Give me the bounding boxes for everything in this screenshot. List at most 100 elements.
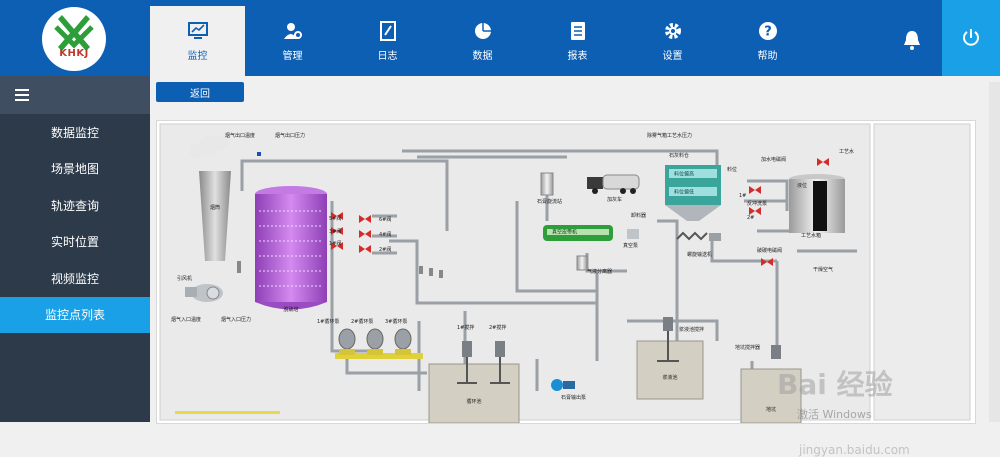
bin-high-label: 料位偏高 — [674, 171, 694, 178]
gypsum-cyclone-label: 石膏旋流站 — [537, 198, 562, 205]
valve-6-label: 6#阀 — [379, 216, 391, 223]
nav-tab-help[interactable]: ? 帮助 — [720, 6, 815, 76]
smoke-in-pressure-label: 烟气入口压力 — [221, 316, 251, 323]
scrollbar[interactable] — [989, 82, 1000, 422]
nav-tab-log[interactable]: 日志 — [340, 6, 435, 76]
pie-chart-icon — [474, 22, 491, 39]
backwash-2-label: 2# — [747, 215, 754, 221]
nav-tab-manage[interactable]: 管理 — [245, 6, 340, 76]
damper — [237, 261, 241, 273]
dry-air-label: 干燥空气 — [813, 266, 833, 273]
sidebar-item-scene-map[interactable]: 场景地图 — [0, 151, 150, 188]
circulation-pumps — [335, 328, 423, 359]
sidebar-header — [0, 76, 150, 114]
top-bar: KHKJ 监控 管理 日志 数据 报表 设置 ? 帮助 — [0, 0, 1000, 76]
dust-pressure-label: 除雾气箱工艺水压力 — [647, 132, 692, 139]
menu-icon[interactable] — [14, 88, 30, 102]
pump-3-label: 3#循环泵 — [385, 318, 407, 325]
pit-label: 地坑 — [766, 406, 776, 413]
nav-tab-label: 数据 — [472, 50, 493, 62]
cycle-pool-label: 循环池 — [466, 398, 481, 405]
backwash-label: 反冲洗泵 — [747, 200, 767, 207]
pump-1-label: 1#循环泵 — [317, 318, 339, 325]
gas-separator — [576, 255, 588, 271]
process-diagram: 烟筒 引风机 烟气出口温度 烟气出口压力 烟气入口温度 烟气入口压力 脱硫塔 5… — [156, 120, 976, 457]
vacuum-pump — [627, 229, 639, 239]
svg-text:?: ? — [764, 24, 772, 39]
gas-separator-label: 气液分离器 — [587, 268, 612, 275]
bin-low-label: 料位偏低 — [674, 189, 694, 196]
watermark-brand: Bai 经验 — [777, 368, 893, 401]
main-content: 返回 烟筒 引风机 烟气出口温度 烟气出口压力 烟气入口温度 烟气入口压力 脱硫… — [150, 76, 1000, 457]
sidebar-item-track-query[interactable]: 轨迹查询 — [0, 187, 150, 224]
valve-3-label: 3#阀 — [329, 228, 341, 235]
slurry-pool-label: 浆液池 — [662, 374, 677, 381]
sidebar-item-live-position[interactable]: 实时位置 — [0, 224, 150, 261]
nav-tab-settings[interactable]: 设置 — [625, 6, 720, 76]
stir-1-label: 1#搅拌 — [457, 324, 474, 331]
valve-5-label: 5#阀 — [329, 215, 341, 222]
nav-tab-data[interactable]: 数据 — [435, 6, 530, 76]
process-water-label: 工艺水 — [839, 148, 854, 155]
bell-icon[interactable] — [900, 28, 924, 52]
pump-2-label: 2#循环泵 — [351, 318, 373, 325]
smoke-in-temp-label: 烟气入口温度 — [171, 316, 201, 323]
watermark-windows: 激活 Windows — [797, 408, 872, 421]
water-tank-label: 工艺水箱 — [801, 232, 821, 239]
nav-tab-report[interactable]: 报表 — [530, 6, 625, 76]
document-icon — [570, 21, 585, 40]
desulfurization-tower — [255, 186, 327, 310]
tower-label: 脱硫塔 — [283, 306, 298, 313]
screw-label: 螺旋输送机 — [687, 251, 712, 258]
watermark-url: jingyan.baidu.com — [799, 443, 910, 457]
water-valve-label: 加水电磁阀 — [761, 156, 786, 163]
gypsum-cyclone — [540, 172, 554, 196]
back-button[interactable]: 返回 — [156, 82, 244, 102]
power-button[interactable] — [942, 0, 1000, 76]
fan-label: 引风机 — [177, 275, 192, 282]
feeder-label: 卸料器 — [631, 212, 646, 219]
nav-tab-monitor[interactable]: 监控 — [150, 6, 245, 76]
lime-valve-label: 破碳电磁阀 — [757, 247, 782, 254]
bin-level-label: 料位 — [727, 166, 737, 173]
nav-tab-label: 帮助 — [757, 50, 778, 62]
logo-area: KHKJ — [0, 0, 150, 76]
sidebar-item-video-monitor[interactable]: 视频监控 — [0, 260, 150, 297]
nav-tab-label: 管理 — [282, 50, 303, 62]
valve-4-label: 4#阀 — [379, 231, 391, 238]
lime-bin-label: 石灰料仓 — [669, 152, 689, 159]
main-nav: 监控 管理 日志 数据 报表 设置 ? 帮助 — [150, 6, 815, 76]
chimney-label: 烟筒 — [210, 204, 220, 211]
nav-tab-label: 设置 — [662, 50, 683, 62]
slurry-stir-label: 浆液池搅拌 — [679, 326, 704, 333]
level-label: 液位 — [797, 182, 807, 189]
backwash-1-label: 1# — [739, 193, 746, 199]
logo-text: KHKJ — [59, 48, 89, 59]
monitor-icon — [187, 21, 208, 39]
logo-emblem-icon — [54, 15, 94, 51]
notebook-icon — [379, 20, 396, 41]
valve-1-label: 1#阀 — [329, 240, 341, 247]
sidebar: 数据监控 场景地图 轨迹查询 实时位置 视频监控 监控点列表 — [0, 76, 150, 422]
nav-tab-label: 监控 — [187, 50, 208, 62]
sidebar-item-monitor-points[interactable]: 监控点列表 — [0, 296, 150, 333]
help-icon: ? — [758, 21, 777, 40]
gear-icon — [664, 22, 681, 39]
nav-tab-label: 报表 — [567, 50, 588, 62]
scroll-indicator — [175, 411, 280, 414]
pit-stir-label: 地坑搅拌器 — [735, 344, 760, 351]
stir-2-label: 2#搅拌 — [489, 324, 506, 331]
pressure-sensor — [257, 152, 261, 156]
smoke-out-temp-label: 烟气出口温度 — [225, 132, 255, 139]
lime-truck-label: 加灰车 — [607, 196, 622, 203]
sidebar-item-data-monitor[interactable]: 数据监控 — [0, 114, 150, 151]
logo: KHKJ — [42, 7, 106, 71]
user-gear-icon — [283, 22, 302, 39]
valve-2-label: 2#阀 — [379, 246, 391, 253]
vacuum-pump-label: 真空泵 — [623, 242, 638, 249]
smoke-out-pressure-label: 烟气出口压力 — [275, 132, 305, 139]
power-icon — [963, 29, 979, 46]
vacuum-belt-label: 真空皮带机 — [552, 229, 577, 236]
nav-tab-label: 日志 — [377, 50, 398, 62]
gypsum-pump-label: 石膏输出泵 — [561, 394, 586, 401]
